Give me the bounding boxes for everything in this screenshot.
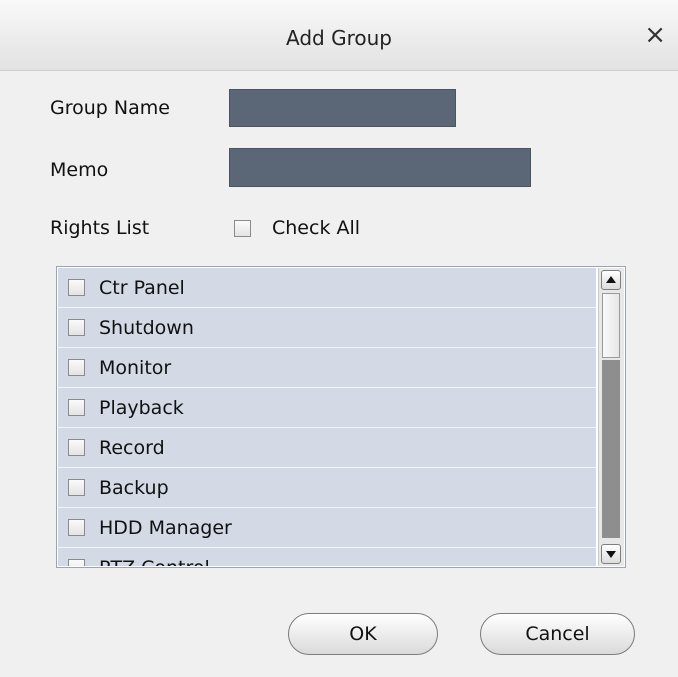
right-checkbox[interactable] (68, 319, 85, 336)
list-item[interactable]: Shutdown (58, 308, 596, 348)
right-label: PTZ Control (99, 557, 210, 566)
group-name-label: Group Name (50, 97, 170, 119)
right-checkbox[interactable] (68, 399, 85, 416)
right-label: Playback (99, 397, 184, 419)
right-checkbox[interactable] (68, 279, 85, 296)
right-label: Backup (99, 477, 169, 499)
title-bar[interactable]: Add Group × (0, 0, 678, 71)
right-label: Monitor (99, 357, 172, 379)
right-label: Record (99, 437, 165, 459)
list-item[interactable]: Playback (58, 388, 596, 428)
cancel-button[interactable]: Cancel (480, 613, 635, 655)
rights-list-label: Rights List (50, 217, 150, 239)
scroll-track[interactable] (602, 360, 620, 538)
dialog-title: Add Group (286, 26, 392, 50)
check-all-checkbox[interactable] (234, 220, 251, 237)
right-label: Shutdown (99, 317, 194, 339)
scroll-thumb[interactable] (602, 293, 620, 358)
list-item[interactable]: HDD Manager (58, 508, 596, 548)
list-item[interactable]: Backup (58, 468, 596, 508)
list-item[interactable]: Monitor (58, 348, 596, 388)
list-item[interactable]: Record (58, 428, 596, 468)
close-icon[interactable]: × (644, 20, 666, 50)
arrow-up-icon (606, 276, 616, 283)
right-checkbox[interactable] (68, 479, 85, 496)
right-checkbox[interactable] (68, 359, 85, 376)
right-checkbox[interactable] (68, 519, 85, 536)
arrow-down-icon (606, 551, 616, 558)
right-label: Ctr Panel (99, 277, 185, 299)
right-checkbox[interactable] (68, 559, 85, 566)
scroll-down-button[interactable] (601, 544, 621, 564)
scroll-up-button[interactable] (601, 270, 621, 290)
ok-button[interactable]: OK (288, 613, 438, 655)
group-name-input[interactable] (229, 89, 456, 127)
rights-list[interactable]: Ctr Panel Shutdown Monitor Playback Reco… (56, 266, 626, 568)
memo-input[interactable] (229, 148, 531, 187)
vertical-scrollbar[interactable] (598, 268, 624, 566)
memo-label: Memo (50, 159, 109, 181)
list-item[interactable]: Ctr Panel (58, 268, 596, 308)
list-item[interactable]: PTZ Control (58, 548, 596, 566)
add-group-dialog: Add Group × Group Name Memo Rights List … (0, 0, 678, 677)
rights-list-rows: Ctr Panel Shutdown Monitor Playback Reco… (58, 268, 596, 566)
right-label: HDD Manager (99, 517, 232, 539)
check-all-label: Check All (272, 217, 361, 239)
right-checkbox[interactable] (68, 439, 85, 456)
